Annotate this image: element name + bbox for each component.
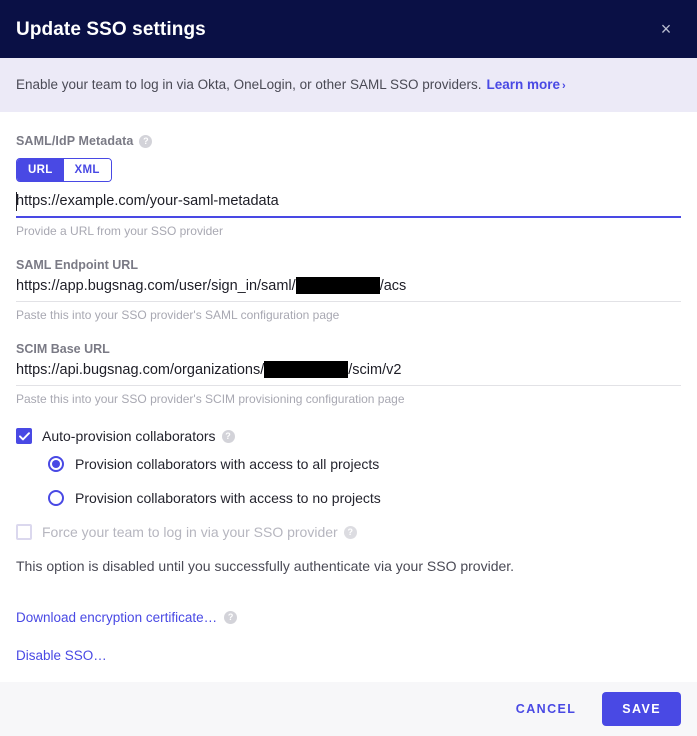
scim-base-field: SCIM Base URL https://api.bugsnag.com/or… [16, 342, 681, 406]
saml-metadata-label: SAML/IdP Metadata [16, 134, 134, 149]
check-icon [18, 431, 30, 441]
force-login-label: Force your team to log in via your SSO p… [42, 524, 338, 541]
modal-body: SAML/IdP Metadata ? URL XML Provide a UR… [0, 112, 697, 682]
chevron-right-icon: › [562, 80, 566, 92]
metadata-hint: Provide a URL from your SSO provider [16, 224, 223, 239]
saml-endpoint-prefix: https://app.bugsnag.com/user/sign_in/sam… [16, 277, 296, 294]
learn-more-link[interactable]: Learn more › [487, 77, 566, 92]
saml-metadata-label-row: SAML/IdP Metadata ? [16, 134, 681, 148]
radio-label-no-projects: Provision collaborators with access to n… [75, 490, 381, 507]
radio-icon-selected[interactable] [48, 456, 64, 473]
metadata-input-wrap [16, 190, 681, 219]
help-icon[interactable]: ? [343, 525, 357, 539]
metadata-type-toggle[interactable]: URL XML [16, 158, 112, 183]
sso-settings-modal: Update SSO settings × Enable your team t… [0, 0, 697, 736]
force-login-label-row: Force your team to log in via your SSO p… [42, 524, 357, 540]
download-certificate-label: Download encryption certificate… [16, 610, 218, 626]
auto-provision-checkbox[interactable] [16, 428, 32, 445]
help-icon[interactable]: ? [224, 611, 238, 625]
scim-base-suffix: /scim/v2 [348, 361, 402, 378]
radio-label-all-projects: Provision collaborators with access to a… [75, 456, 380, 473]
scim-base-value[interactable]: https://api.bugsnag.com/organizations/ /s… [16, 358, 681, 387]
info-banner: Enable your team to log in via Okta, One… [0, 58, 697, 113]
redacted-org-id [295, 277, 380, 295]
auto-provision-label: Auto-provision collaborators [42, 428, 216, 445]
force-login-checkbox [16, 524, 32, 541]
radio-option-no-projects[interactable]: Provision collaborators with access to n… [48, 490, 681, 507]
toggle-option-url[interactable]: URL [17, 159, 64, 182]
force-login-note: This option is disabled until you succes… [16, 558, 515, 575]
radio-option-all-projects[interactable]: Provision collaborators with access to a… [48, 456, 681, 473]
text-caret [16, 192, 17, 212]
learn-more-label: Learn more [486, 77, 561, 92]
save-button[interactable]: SAVE [602, 692, 681, 726]
saml-endpoint-suffix: /acs [379, 277, 407, 294]
saml-endpoint-field: SAML Endpoint URL https://app.bugsnag.co… [16, 258, 681, 322]
scim-base-prefix: https://api.bugsnag.com/organizations/ [16, 361, 265, 378]
help-icon[interactable]: ? [221, 429, 235, 443]
help-icon[interactable]: ? [139, 134, 153, 148]
cancel-button[interactable]: CANCEL [506, 694, 586, 724]
disable-sso-label: Disable SSO… [16, 648, 107, 664]
radio-dot [52, 460, 60, 469]
download-certificate-link[interactable]: Download encryption certificate… ? [16, 610, 681, 625]
saml-endpoint-hint: Paste this into your SSO provider's SAML… [16, 308, 340, 323]
saml-endpoint-label: SAML Endpoint URL [16, 258, 138, 273]
scim-base-hint: Paste this into your SSO provider's SCIM… [16, 392, 405, 407]
modal-header: Update SSO settings × [0, 0, 697, 58]
redacted-org-id [264, 361, 349, 379]
toggle-option-xml[interactable]: XML [63, 159, 111, 182]
auto-provision-row[interactable]: Auto-provision collaborators ? [16, 428, 681, 445]
scim-base-label: SCIM Base URL [16, 342, 110, 357]
metadata-url-input[interactable] [16, 190, 681, 219]
modal-footer: CANCEL SAVE [0, 682, 697, 736]
disable-sso-link[interactable]: Disable SSO… [16, 648, 681, 663]
close-icon[interactable]: × [653, 16, 679, 42]
auto-provision-label-row: Auto-provision collaborators ? [42, 428, 235, 444]
banner-text: Enable your team to log in via Okta, One… [16, 77, 482, 92]
page-title: Update SSO settings [16, 18, 206, 40]
radio-icon-unselected[interactable] [48, 490, 64, 507]
saml-endpoint-value[interactable]: https://app.bugsnag.com/user/sign_in/sam… [16, 274, 681, 303]
provision-radio-group: Provision collaborators with access to a… [16, 456, 681, 507]
force-login-row: Force your team to log in via your SSO p… [16, 524, 681, 541]
